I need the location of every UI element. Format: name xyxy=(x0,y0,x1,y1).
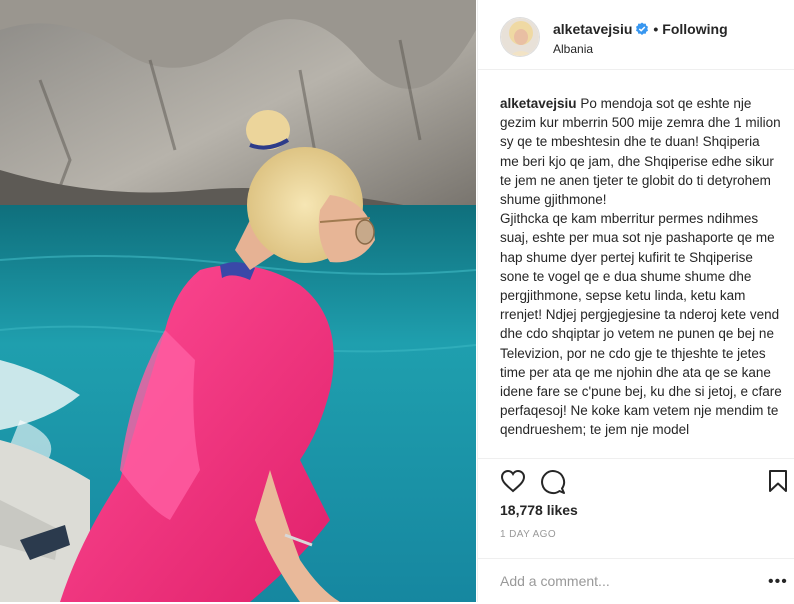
post-panel: alketavejsiu • Following Albania alketavej… xyxy=(477,0,794,602)
verified-badge-icon xyxy=(635,22,649,36)
comment-input[interactable] xyxy=(500,569,740,593)
heart-outline-icon[interactable] xyxy=(500,469,526,498)
post-header: alketavejsiu • Following Albania xyxy=(478,0,794,70)
photo-woman-on-boat xyxy=(0,0,476,602)
actions-section: 18,778 likes 1 DAY AGO ••• xyxy=(478,458,794,603)
more-options-icon[interactable]: ••• xyxy=(768,573,788,591)
following-button[interactable]: Following xyxy=(662,21,727,37)
speech-bubble-icon[interactable] xyxy=(540,469,566,500)
location-link[interactable]: Albania xyxy=(553,42,593,56)
caption-username[interactable]: alketavejsiu xyxy=(500,96,577,111)
timestamp[interactable]: 1 DAY AGO xyxy=(500,529,556,540)
likes-count[interactable]: 18,778 likes xyxy=(500,502,578,518)
post-photo[interactable] xyxy=(0,0,476,602)
caption: alketavejsiu Po mendoja sot qe eshte nje… xyxy=(500,94,782,458)
separator-dot: • xyxy=(653,21,659,37)
username-link[interactable]: alketavejsiu xyxy=(553,21,632,37)
caption-text: Po mendoja sot qe eshte nje gezim kur mb… xyxy=(500,96,782,438)
comment-bar: ••• xyxy=(478,558,794,604)
avatar[interactable] xyxy=(500,17,540,57)
header-user-line: alketavejsiu • Following xyxy=(553,21,728,37)
bookmark-outline-icon[interactable] xyxy=(768,469,788,498)
